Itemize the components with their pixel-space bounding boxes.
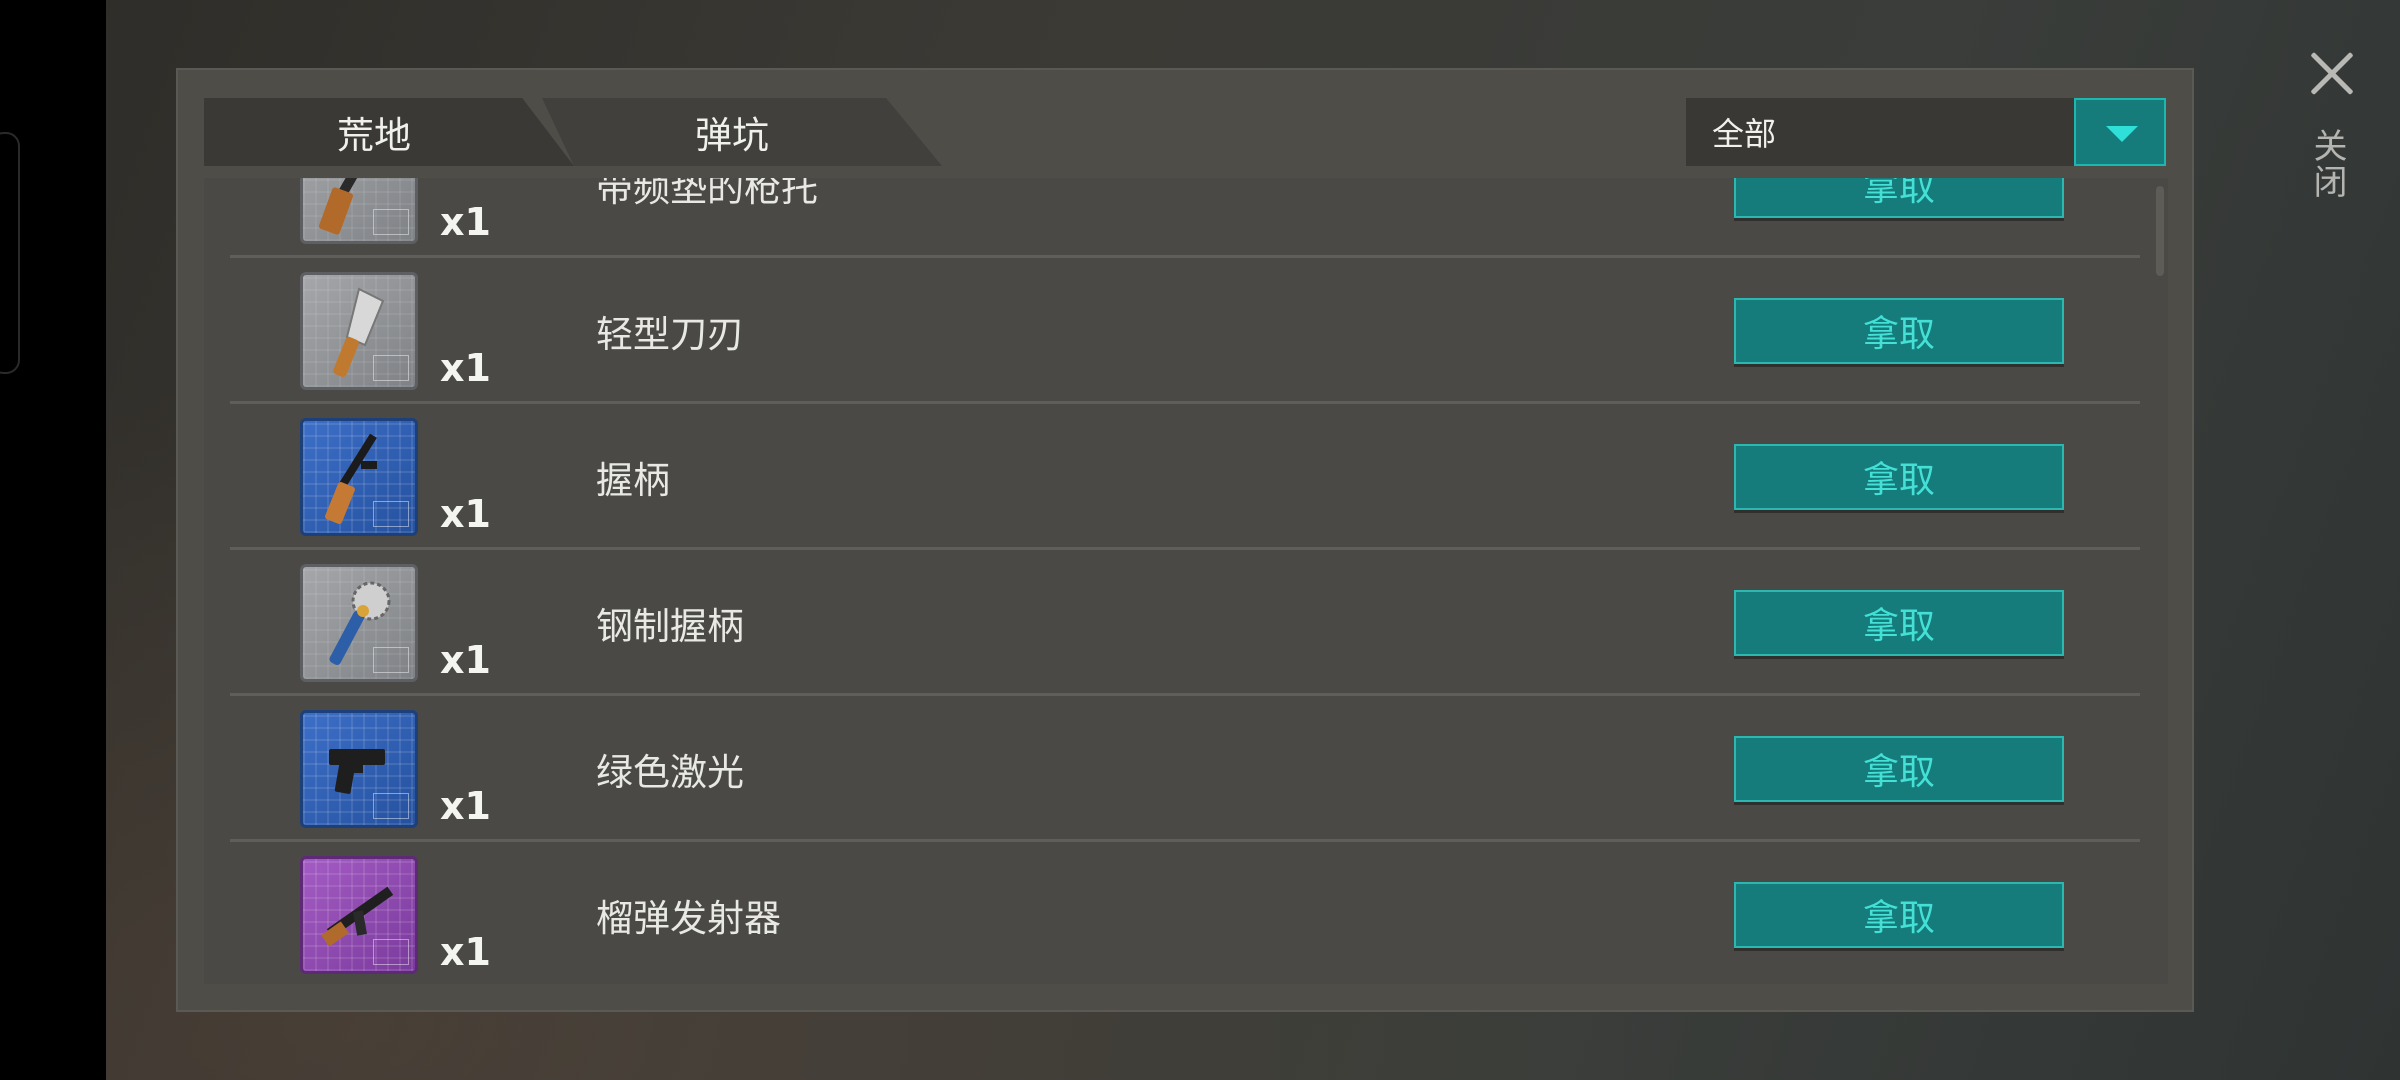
edge-gesture-handle (0, 132, 20, 374)
item-name: 带频垫的枪托 (596, 178, 818, 210)
take-button[interactable]: 拿取 (1734, 590, 2064, 656)
item-card (300, 856, 418, 974)
tab-crater[interactable]: 弹坑 (542, 98, 942, 166)
close-label: 关闭 (2307, 128, 2347, 200)
item-name: 轻型刀刃 (596, 313, 744, 356)
take-button[interactable]: 拿取 (1734, 178, 2064, 218)
item-name: 榴弹发射器 (596, 897, 781, 940)
item-card (300, 564, 418, 682)
list-item: x1 握柄 拿取 (230, 404, 2140, 550)
list-item: x1 轻型刀刃 拿取 (230, 258, 2140, 404)
item-quantity: x1 (440, 784, 491, 828)
scrollbar[interactable] (2156, 186, 2164, 276)
list-item: x1 榴弹发射器 拿取 (230, 842, 2140, 984)
filter-value: 全部 (1712, 115, 1777, 153)
item-card (300, 710, 418, 828)
screen-edge (0, 0, 106, 1080)
list-item: x1 绿色激光 拿取 (230, 696, 2140, 842)
take-button[interactable]: 拿取 (1734, 736, 2064, 802)
close-icon (2308, 50, 2356, 98)
list-item: x1 带频垫的枪托 拿取 (230, 178, 2140, 258)
loot-panel: 荒地 弹坑 全部 x1 带频垫的枪托 拿取 x1 轻型刀刃 拿取 x1 握柄 拿… (176, 68, 2194, 1012)
item-quantity: x1 (440, 492, 491, 536)
item-quantity: x1 (440, 346, 491, 390)
item-name: 握柄 (596, 459, 670, 502)
tab-label: 弹坑 (695, 114, 769, 157)
blueprint-tag (373, 209, 409, 235)
blueprint-tag (373, 939, 409, 965)
take-button[interactable]: 拿取 (1734, 882, 2064, 948)
item-quantity: x1 (440, 638, 491, 682)
blueprint-tag (373, 647, 409, 673)
tab-wasteland[interactable]: 荒地 (204, 98, 574, 166)
chevron-down-icon (2106, 126, 2138, 142)
close-button[interactable]: 关闭 (2300, 44, 2364, 224)
item-name: 钢制握柄 (596, 605, 744, 648)
item-quantity: x1 (440, 930, 491, 974)
item-card (300, 178, 418, 244)
item-card (300, 272, 418, 390)
item-list[interactable]: x1 带频垫的枪托 拿取 x1 轻型刀刃 拿取 x1 握柄 拿取 x1 钢制握柄… (204, 178, 2168, 984)
item-quantity: x1 (440, 200, 491, 244)
dropdown-toggle-button[interactable] (2074, 98, 2166, 166)
tab-label: 荒地 (337, 114, 411, 157)
list-item: x1 钢制握柄 拿取 (230, 550, 2140, 696)
blueprint-tag (373, 355, 409, 381)
take-button[interactable]: 拿取 (1734, 298, 2064, 364)
filter-dropdown[interactable]: 全部 (1686, 98, 2166, 166)
item-card (300, 418, 418, 536)
blueprint-tag (373, 501, 409, 527)
blueprint-tag (373, 793, 409, 819)
item-name: 绿色激光 (596, 751, 744, 794)
take-button[interactable]: 拿取 (1734, 444, 2064, 510)
